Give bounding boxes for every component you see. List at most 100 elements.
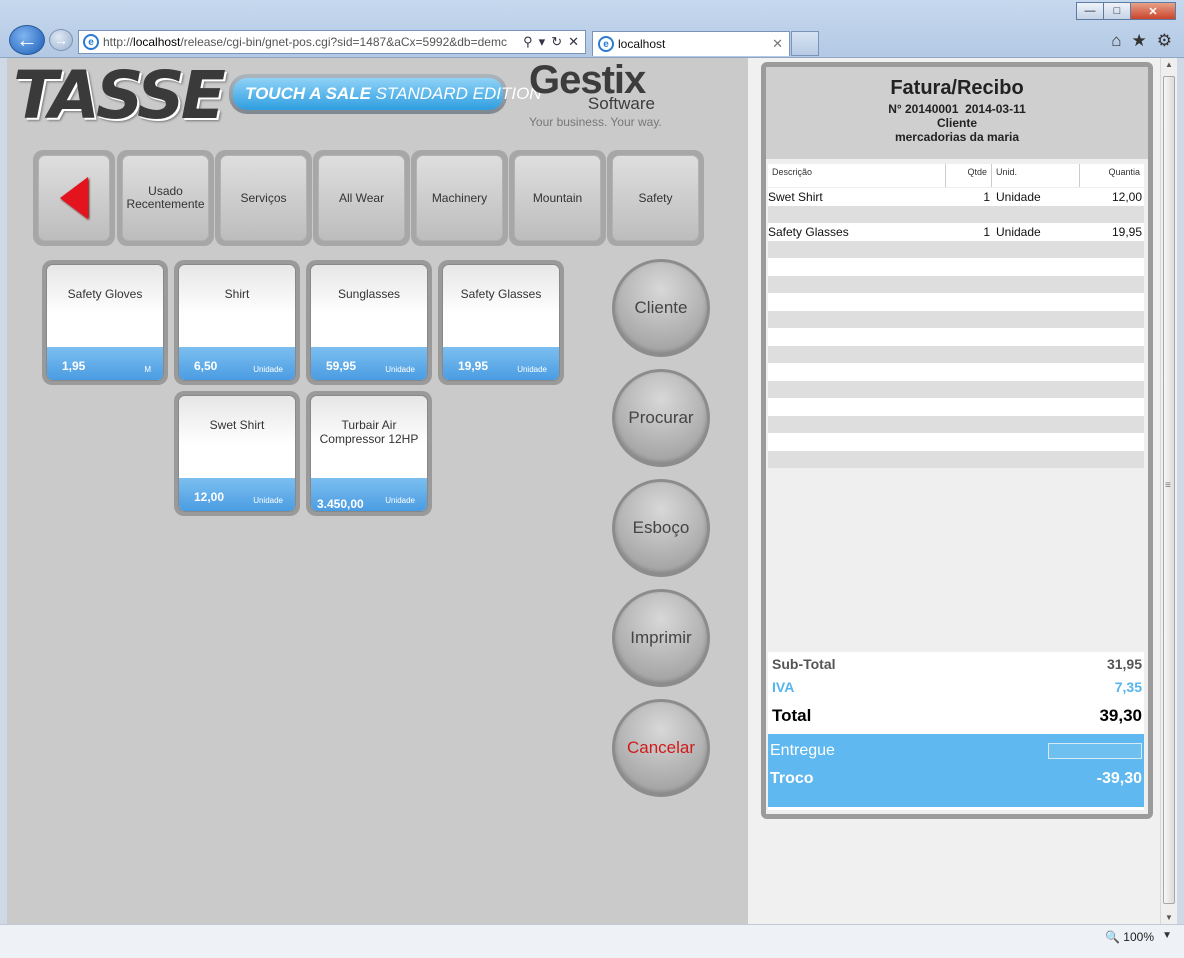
draft-button[interactable]: Esboço (612, 479, 710, 577)
product-name: Turbair Air Compressor 12HP (311, 396, 427, 478)
product-tile[interactable]: Sunglasses 59,95 Unidade (306, 260, 432, 385)
receipt-line-empty (768, 450, 1144, 468)
receipt-number: N° 20140001 2014-03-11 (888, 102, 1026, 116)
category-safety[interactable]: Safety (607, 150, 704, 246)
page-content: TASSE TOUCH A SALE STANDARD EDITION Gest… (7, 58, 1177, 924)
receipt-line-empty (768, 328, 1144, 346)
receipt-line-empty (768, 310, 1144, 328)
favorites-star-icon[interactable]: ★ (1132, 31, 1147, 51)
receipt-column-headers: Descrição Qtde Unid. Quantia (768, 164, 1144, 187)
product-name: Sunglasses (311, 265, 427, 347)
col-description: Descrição (768, 164, 946, 187)
refresh-icon[interactable]: ↻ (551, 34, 562, 50)
zoom-dropdown-icon[interactable]: ▼ (1162, 930, 1172, 941)
product-unit: Unidade (517, 365, 547, 374)
product-price: 12,00 (194, 490, 225, 504)
product-tile[interactable]: Safety Glasses 19,95 Unidade (438, 260, 564, 385)
maximize-icon[interactable]: □ (1103, 2, 1131, 20)
home-icon[interactable]: ⌂ (1111, 31, 1121, 51)
scroll-up-icon[interactable]: ▲ (1165, 60, 1173, 69)
product-unit: Unidade (253, 496, 283, 505)
receipt-totals: Sub-Total 31,95 IVA 7,35 Total 39,30 (768, 652, 1144, 734)
client-label: Cliente (936, 116, 977, 130)
ie-tab-icon: e (598, 36, 614, 52)
vertical-scrollbar[interactable]: ▲ ≡ ▼ (1160, 58, 1177, 924)
category-back-button[interactable] (33, 150, 115, 246)
product-price: 59,95 (326, 359, 357, 373)
receipt-line-empty (768, 275, 1144, 293)
close-window-icon[interactable]: ✕ (1130, 2, 1176, 20)
receipt-line-empty (768, 415, 1144, 433)
product-price: 19,95 (458, 359, 489, 373)
product-name: Shirt (179, 265, 295, 347)
tab-title: localhost (618, 37, 666, 51)
receipt-header: Fatura/Recibo N° 20140001 2014-03-11 Cli… (766, 67, 1148, 159)
product-unit: Unidade (385, 365, 415, 374)
receipt-line[interactable]: Safety Glasses 1 Unidade 19,95 (768, 223, 1144, 241)
receipt: Fatura/Recibo N° 20140001 2014-03-11 Cli… (761, 62, 1153, 819)
pos-panel: TASSE TOUCH A SALE STANDARD EDITION Gest… (7, 58, 748, 924)
search-icon[interactable]: ⚲ (523, 34, 533, 50)
minimize-icon[interactable]: — (1076, 2, 1104, 20)
subtotal-row: Sub-Total 31,95 (772, 656, 1142, 672)
status-bar: 🔍 100% ▼ (0, 924, 1184, 958)
total-row: Total 39,30 (772, 706, 1142, 725)
gestix-logo: Gestix Software Your business. Your way. (529, 58, 662, 129)
tasse-tagline: TOUCH A SALE STANDARD EDITION (229, 74, 542, 114)
product-tile[interactable]: Turbair Air Compressor 12HP 3.450,00 Unid… (306, 391, 432, 516)
receipt-line-empty (768, 240, 1144, 258)
receipt-line (768, 205, 1144, 223)
product-price: 6,50 (194, 359, 218, 373)
client-button[interactable]: Cliente (612, 259, 710, 357)
receipt-line-empty (768, 433, 1144, 451)
category-mountain[interactable]: Mountain (509, 150, 606, 246)
receipt-line-empty (768, 293, 1144, 311)
category-all-wear[interactable]: All Wear (313, 150, 410, 246)
stop-icon[interactable]: ✕ (568, 34, 579, 50)
scroll-down-icon[interactable]: ▼ (1165, 913, 1173, 922)
product-unit: M (144, 365, 151, 374)
product-name: Safety Gloves (47, 265, 163, 347)
close-tab-icon[interactable]: ✕ (772, 36, 783, 52)
gear-icon[interactable]: ⚙ (1157, 31, 1172, 51)
receipt-line[interactable]: Swet Shirt 1 Unidade 12,00 (768, 188, 1144, 206)
product-name: Swet Shirt (179, 396, 295, 478)
scroll-grip-icon: ≡ (1165, 480, 1171, 491)
product-price: 3.450,00 (317, 497, 364, 511)
category-machinery[interactable]: Machinery (411, 150, 508, 246)
browser-chrome: — □ ✕ ← → e http://localhost/release/cgi… (0, 0, 1184, 58)
delivered-input[interactable] (1048, 743, 1142, 759)
payment-section: Entregue Troco -39,30 (768, 734, 1144, 810)
delivered-row: Entregue (768, 734, 1144, 764)
receipt-line-empty (768, 363, 1144, 381)
back-arrow-icon (60, 177, 88, 219)
cancel-button[interactable]: Cancelar (612, 699, 710, 797)
forward-arrow-icon[interactable]: → (49, 29, 73, 51)
product-unit: Unidade (385, 496, 415, 505)
iva-row: IVA 7,35 (772, 679, 1142, 695)
search-button[interactable]: Procurar (612, 369, 710, 467)
receipt-line-empty (768, 345, 1144, 363)
product-price: 1,95 (62, 359, 86, 373)
receipt-line-empty (768, 258, 1144, 276)
receipt-lines: Swet Shirt 1 Unidade 12,00 Safety Glasses 1 U… (768, 188, 1144, 468)
receipt-line-empty (768, 398, 1144, 416)
product-tile[interactable]: Safety Gloves 1,95 M (42, 260, 168, 385)
zoom-level[interactable]: 🔍 100% (1105, 930, 1154, 944)
product-tile[interactable]: Swet Shirt 12,00 Unidade (174, 391, 300, 516)
col-unit: Unid. (992, 164, 1080, 187)
category-recent[interactable]: Usado Recentemente (117, 150, 214, 246)
col-amount: Quantia (1108, 167, 1140, 177)
receipt-line-empty (768, 380, 1144, 398)
address-bar[interactable]: e http://localhost/release/cgi-bin/gnet-… (78, 30, 586, 54)
product-tile[interactable]: Shirt 6,50 Unidade (174, 260, 300, 385)
new-tab-button[interactable] (791, 31, 819, 56)
tasse-logo: TASSE (13, 58, 226, 134)
dropdown-icon[interactable]: ▾ (539, 34, 546, 50)
ie-page-icon: e (83, 34, 99, 50)
window-controls: — □ ✕ (1076, 2, 1176, 20)
back-arrow-icon[interactable]: ← (9, 25, 45, 55)
browser-tab[interactable]: e localhost ✕ (592, 31, 790, 56)
category-services[interactable]: Serviços (215, 150, 312, 246)
print-button[interactable]: Imprimir (612, 589, 710, 687)
